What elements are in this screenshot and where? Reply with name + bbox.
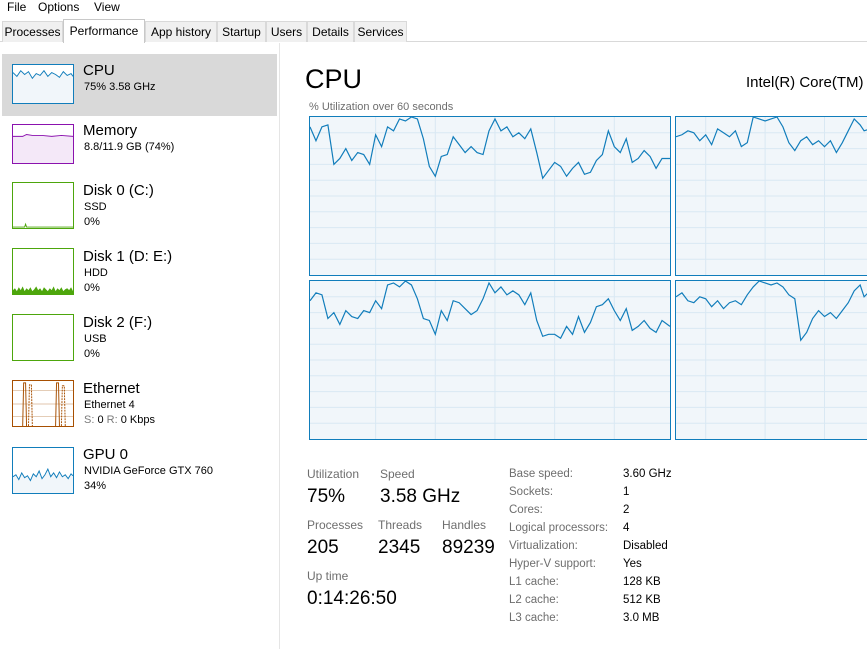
sidebar-item-title: Disk 0 (C:) (83, 182, 154, 199)
spec-label-cores: Cores: (509, 504, 543, 516)
menu-view[interactable]: View (94, 0, 120, 14)
spec-label-logical-processors: Logical processors: (509, 522, 609, 534)
processes-label: Processes (307, 518, 364, 532)
speed-label: Speed (380, 467, 415, 481)
sidebar-item-ethernet[interactable]: Ethernet Ethernet 4 S: 0 R: 0 Kbps (2, 376, 277, 438)
spec-label-l3-cache: L3 cache: (509, 612, 559, 624)
cpu-graph-logical-3 (675, 280, 867, 440)
cpu-graph-logical-1 (675, 116, 867, 276)
network-graph-icon (12, 380, 74, 427)
page-title: CPU (305, 64, 363, 94)
handles-value: 89239 (442, 537, 495, 558)
cpu-model-name: Intel(R) Core(TM) (746, 74, 864, 91)
sidebar-item-detail: 8.8/11.9 GB (74%) (84, 141, 175, 153)
tab-users[interactable]: Users (266, 21, 307, 42)
tab-startup[interactable]: Startup (217, 21, 266, 42)
sidebar-item-title: GPU 0 (83, 446, 129, 463)
gpu-graph-icon (12, 447, 74, 494)
tab-performance[interactable]: Performance (63, 19, 145, 43)
recv-value: 0 Kbps (120, 414, 155, 426)
sidebar-item-adapter: Ethernet 4 (84, 399, 135, 411)
spec-value-virtualization: Disabled (623, 540, 668, 552)
speed-value: 3.58 GHz (380, 486, 461, 507)
sidebar-item-usage: 34% (84, 480, 107, 492)
sidebar-item-usage: 0% (84, 216, 100, 228)
sidebar-item-usage: 0% (84, 282, 100, 294)
sidebar-item-detail: 75% 3.58 GHz (84, 81, 156, 93)
cpu-graph-icon (12, 64, 74, 104)
menu-bar: File Options View (0, 0, 867, 16)
spec-value-logical-processors: 4 (623, 522, 630, 534)
tab-details[interactable]: Details (307, 21, 354, 42)
spec-value-l2-cache: 512 KB (623, 594, 661, 606)
sidebar-item-gpu[interactable]: GPU 0 NVIDIA GeForce GTX 760 34% (2, 442, 277, 504)
disk-graph-icon (12, 314, 74, 361)
tab-app-history[interactable]: App history (145, 21, 217, 42)
sidebar-item-title: Disk 1 (D: E:) (83, 248, 173, 265)
sidebar-item-type: USB (84, 333, 107, 345)
performance-sidebar: CPU 75% 3.58 GHz Memory 8.8/11.9 GB (74%… (0, 43, 280, 649)
sidebar-item-disk-0[interactable]: Disk 0 (C:) SSD 0% (2, 178, 277, 240)
sidebar-item-title: Memory (83, 122, 138, 139)
spec-label-sockets: Sockets: (509, 486, 554, 498)
tab-services[interactable]: Services (354, 21, 407, 42)
disk-graph-icon (12, 248, 74, 295)
threads-value: 2345 (378, 537, 421, 558)
handles-label: Handles (442, 518, 487, 532)
cpu-detail-panel: CPU Intel(R) Core(TM) % Utilization over… (282, 43, 867, 649)
sidebar-item-cpu[interactable]: CPU 75% 3.58 GHz (2, 54, 277, 116)
spec-label-virtualization: Virtualization: (509, 540, 578, 552)
menu-file[interactable]: File (7, 0, 26, 14)
uptime-value: 0:14:26:50 (307, 588, 397, 609)
sidebar-item-adapter: NVIDIA GeForce GTX 760 (84, 465, 213, 477)
cpu-graph-logical-0 (309, 116, 671, 276)
sidebar-item-disk-2[interactable]: Disk 2 (F:) USB 0% (2, 310, 277, 372)
threads-label: Threads (378, 518, 423, 532)
spec-label-base-speed: Base speed: (509, 468, 573, 480)
sidebar-item-title: Ethernet (83, 380, 140, 397)
sidebar-item-type: SSD (84, 201, 107, 213)
memory-graph-icon (12, 124, 74, 164)
sidebar-item-title: CPU (83, 62, 115, 79)
cpu-graph-logical-2 (309, 280, 671, 440)
menu-options[interactable]: Options (38, 0, 79, 14)
tab-bar: Processes Performance App history Startu… (0, 19, 867, 43)
send-value: 0 (97, 414, 104, 426)
spec-value-l3-cache: 3.0 MB (623, 612, 660, 624)
utilization-label: Utilization (307, 467, 360, 481)
sidebar-item-usage: 0% (84, 348, 100, 360)
send-label: S: (84, 414, 95, 426)
spec-value-cores: 2 (623, 504, 630, 516)
spec-label-l1-cache: L1 cache: (509, 576, 559, 588)
sidebar-item-memory[interactable]: Memory 8.8/11.9 GB (74%) (2, 116, 277, 178)
sidebar-item-disk-1[interactable]: Disk 1 (D: E:) HDD 0% (2, 244, 277, 306)
spec-value-base-speed: 3.60 GHz (623, 468, 672, 480)
utilization-value: 75% (307, 486, 346, 507)
sidebar-item-type: HDD (84, 267, 108, 279)
sidebar-item-title: Disk 2 (F:) (83, 314, 153, 331)
spec-value-l1-cache: 128 KB (623, 576, 661, 588)
tab-processes[interactable]: Processes (2, 21, 63, 42)
spec-label-hyperv: Hyper-V support: (509, 558, 596, 570)
sidebar-item-throughput: S: 0 R: 0 Kbps (84, 414, 155, 427)
recv-label: R: (106, 414, 118, 426)
spec-value-sockets: 1 (623, 486, 630, 498)
processes-value: 205 (307, 537, 339, 558)
spec-label-l2-cache: L2 cache: (509, 594, 559, 606)
utilization-caption: % Utilization over 60 seconds (309, 101, 454, 113)
spec-value-hyperv: Yes (623, 558, 642, 570)
disk-graph-icon (12, 182, 74, 229)
uptime-label: Up time (307, 569, 349, 583)
